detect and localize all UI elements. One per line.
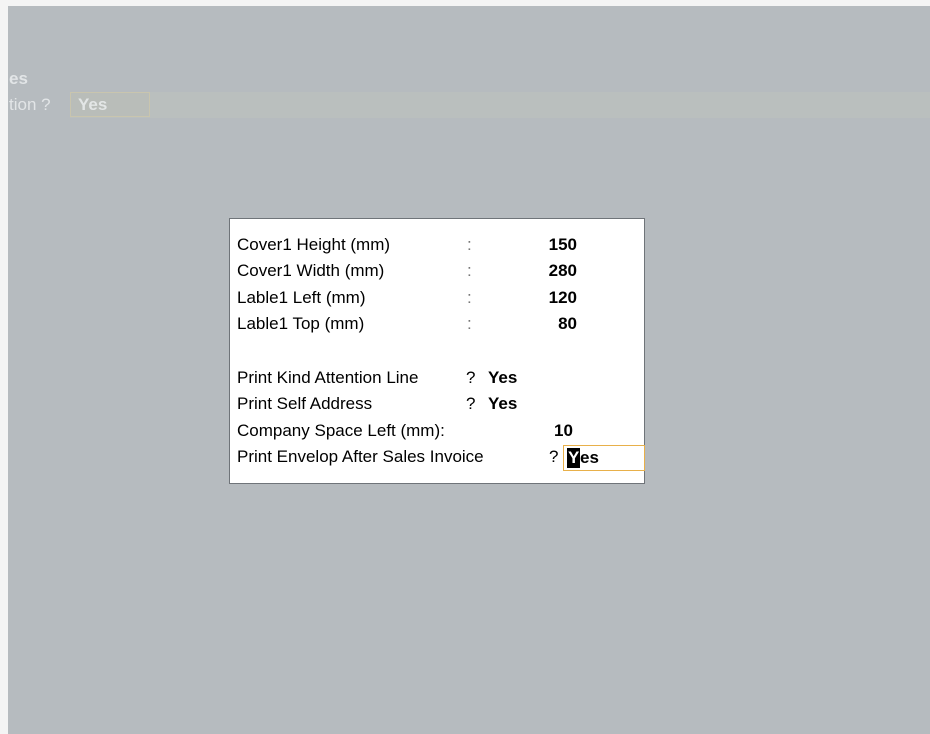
print-envelop-input[interactable]: Y es bbox=[563, 445, 645, 471]
cover1-height-label: Cover1 Height (mm) bbox=[237, 235, 391, 254]
cover1-width-value[interactable]: 280 bbox=[457, 261, 577, 281]
lable1-left-label: Lable1 Left (mm) bbox=[237, 288, 366, 307]
print-kind-attention-question: ? bbox=[466, 368, 476, 387]
cover1-width-label: Cover1 Width (mm) bbox=[237, 261, 385, 280]
print-self-address-value[interactable]: Yes bbox=[488, 394, 517, 414]
print-envelop-label: Print Envelop After Sales Invoice bbox=[237, 447, 484, 466]
background-field-value: Yes bbox=[78, 95, 108, 114]
lable1-top-label: Lable1 Top (mm) bbox=[237, 314, 365, 333]
envelope-settings-dialog: Cover1 Height (mm) : 150 Cover1 Width (m… bbox=[229, 218, 645, 484]
text-cursor: Y bbox=[567, 448, 581, 468]
cover1-height-value[interactable]: 150 bbox=[457, 235, 577, 255]
lable1-top-value[interactable]: 80 bbox=[457, 314, 577, 334]
print-envelop-question: ? bbox=[549, 447, 559, 466]
print-envelop-value: es bbox=[580, 448, 599, 467]
background-text-line1: es bbox=[9, 69, 28, 88]
company-space-left-label: Company Space Left (mm): bbox=[237, 421, 445, 440]
print-self-address-label: Print Self Address bbox=[237, 394, 373, 413]
print-kind-attention-label: Print Kind Attention Line bbox=[237, 368, 419, 387]
background-highlight-row bbox=[70, 92, 930, 118]
app-window: es tion ? Yes Cover1 Height (mm) : 150 C… bbox=[0, 0, 930, 734]
company-space-left-value[interactable]: 10 bbox=[554, 421, 573, 441]
background-text-line2: tion ? bbox=[9, 95, 51, 114]
lable1-left-value[interactable]: 120 bbox=[457, 288, 577, 308]
print-kind-attention-value[interactable]: Yes bbox=[488, 368, 517, 388]
window-left-edge bbox=[0, 0, 8, 734]
print-self-address-question: ? bbox=[466, 394, 476, 413]
window-top-edge bbox=[0, 0, 930, 6]
